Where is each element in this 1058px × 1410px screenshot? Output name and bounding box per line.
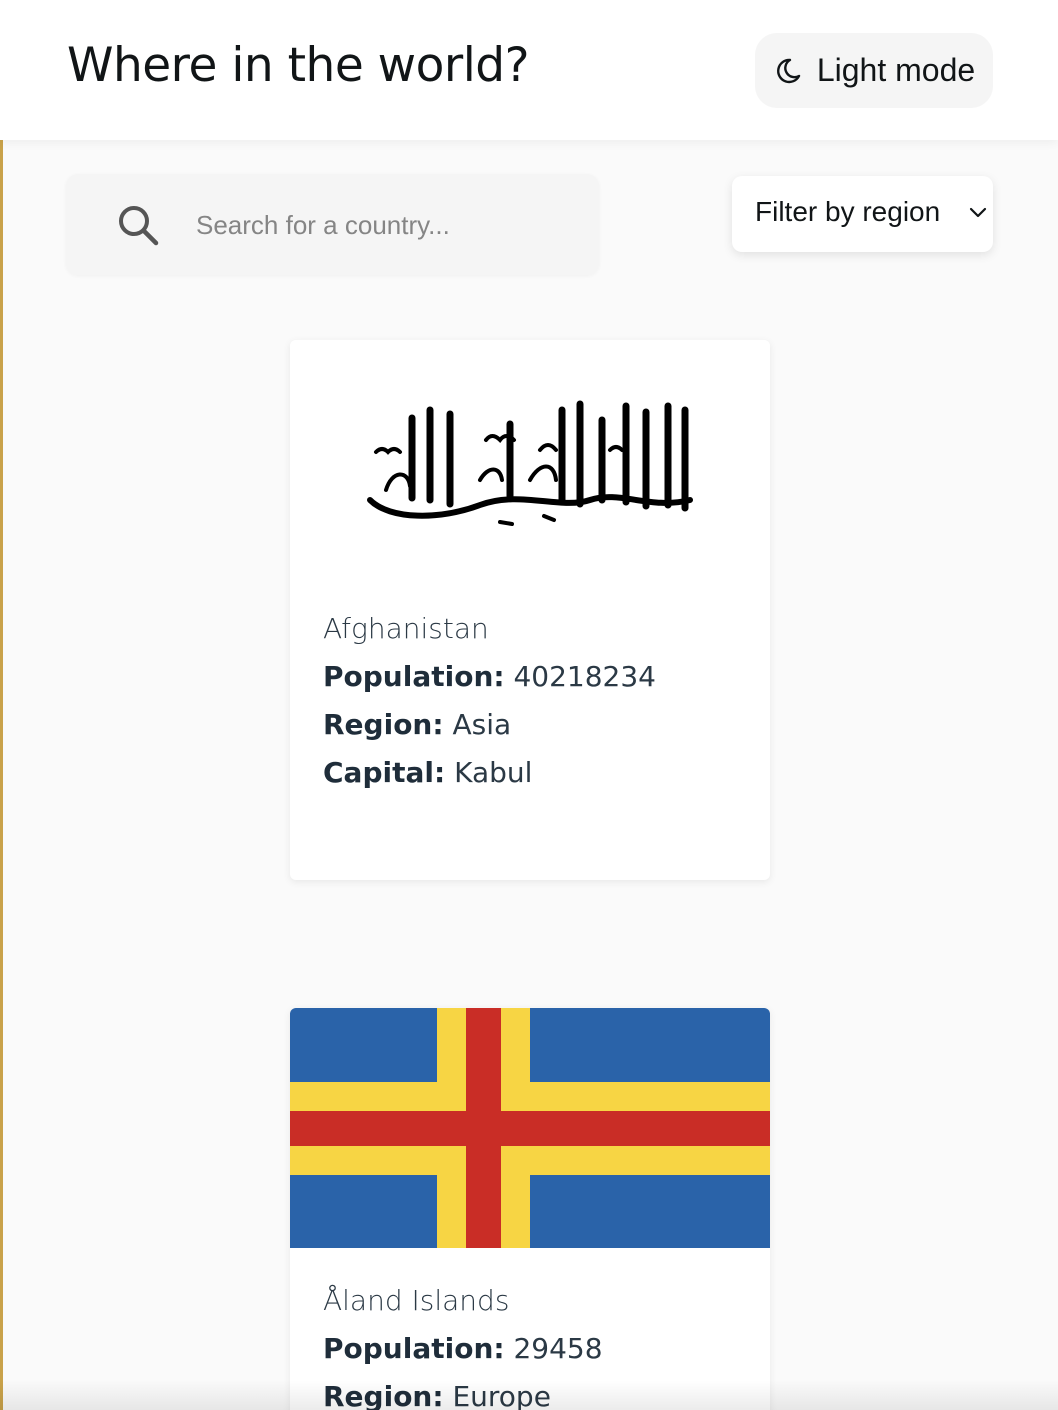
- search-input[interactable]: [194, 204, 578, 246]
- region-row: Region: Europe: [323, 1380, 551, 1410]
- top-header: Where in the world? Light mode: [0, 0, 1058, 140]
- population-label: Population:: [323, 660, 505, 693]
- country-name: Åland Islands: [323, 1284, 510, 1317]
- country-card[interactable]: Åland Islands Population: 29458 Region: …: [290, 1008, 770, 1410]
- app-page: Where in the world? Light mode Filter by…: [0, 0, 1058, 1410]
- aland-islands-flag: [290, 1008, 770, 1248]
- country-name: Afghanistan: [323, 612, 489, 645]
- country-card[interactable]: Afghanistan Population: 40218234 Region:…: [290, 340, 770, 880]
- page-title: Where in the world?: [67, 38, 530, 93]
- population-row: Population: 40218234: [323, 660, 656, 693]
- capital-value: Kabul: [454, 756, 533, 789]
- capital-label: Capital:: [323, 756, 446, 789]
- region-filter-dropdown[interactable]: Filter by region: [732, 176, 993, 252]
- capital-row: Capital: Kabul: [323, 756, 532, 789]
- region-row: Region: Asia: [323, 708, 511, 741]
- region-label: Region:: [323, 1380, 444, 1410]
- region-value: Asia: [452, 708, 512, 741]
- window-edge: [0, 0, 3, 1410]
- region-value: Europe: [452, 1380, 551, 1410]
- theme-toggle-button[interactable]: Light mode: [755, 33, 993, 108]
- afghanistan-flag: [290, 340, 770, 580]
- population-value: 40218234: [513, 660, 656, 693]
- population-label: Population:: [323, 1332, 505, 1365]
- population-value: 29458: [513, 1332, 603, 1365]
- population-row: Population: 29458: [323, 1332, 603, 1365]
- region-label: Region:: [323, 708, 444, 741]
- filter-label: Filter by region: [755, 196, 941, 227]
- moon-icon: [776, 58, 801, 83]
- search-icon: [119, 206, 159, 246]
- chevron-down-icon: [969, 207, 987, 218]
- theme-toggle-label: Light mode: [816, 52, 976, 88]
